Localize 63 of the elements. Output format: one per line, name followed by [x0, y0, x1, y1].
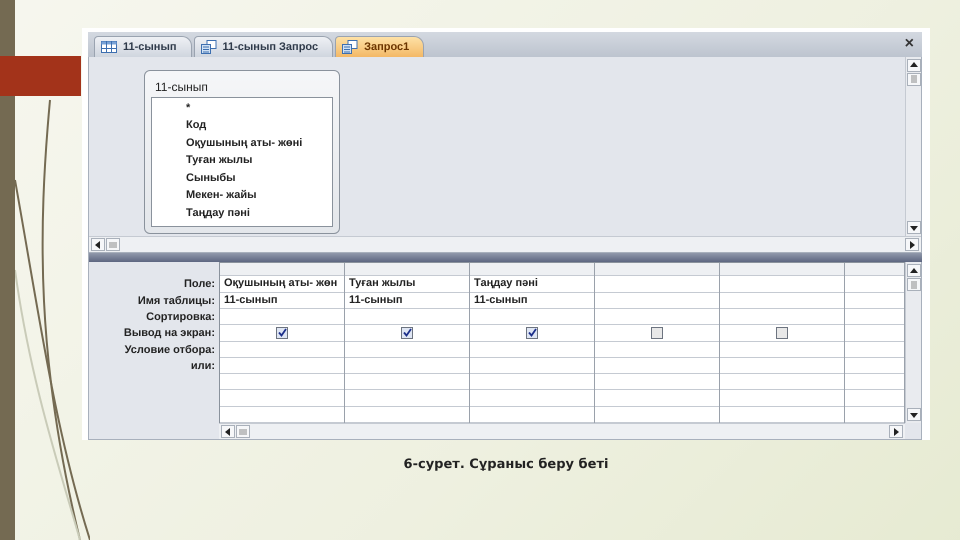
grid-cell[interactable]: 11-сынып	[470, 292, 594, 309]
grip-lines-icon	[910, 75, 918, 84]
triangle-arrow-icon	[224, 428, 232, 436]
grid-cell[interactable]: 11-сынып	[345, 292, 469, 309]
checkmark-icon	[402, 328, 412, 338]
field-item[interactable]: Таңдау пәні	[186, 204, 332, 222]
field-item[interactable]: Туған жылы	[186, 152, 332, 170]
field-item[interactable]: Оқушының аты- жөні	[186, 134, 332, 152]
show-checkbox[interactable]	[651, 326, 663, 339]
scroll-right-button[interactable]	[889, 425, 903, 438]
triangle-arrow-icon	[910, 266, 918, 275]
row-label: Имя таблицы:	[138, 294, 215, 309]
scroll-thumb[interactable]	[106, 238, 120, 252]
row-label: Условие отбора:	[124, 342, 215, 358]
checkmark-icon	[278, 328, 286, 338]
field-item[interactable]: Мекен- жайы	[186, 187, 332, 205]
grid-cell[interactable]: 11-сынып	[220, 292, 344, 309]
show-checkbox[interactable]	[776, 326, 788, 339]
row-label: Поле:	[184, 277, 215, 292]
scroll-up-button[interactable]	[906, 264, 920, 278]
column-selector[interactable]	[595, 263, 719, 276]
field-item[interactable]: Сыныбы	[186, 170, 332, 188]
grip-lines-icon	[109, 240, 117, 249]
checkmark-icon	[528, 328, 536, 338]
triangle-arrow-icon	[892, 428, 900, 436]
query-icon	[342, 40, 358, 54]
document-tab[interactable]: 11-сынып	[94, 36, 192, 57]
scroll-thumb[interactable]	[906, 72, 920, 86]
scroll-thumb[interactable]	[236, 425, 250, 438]
close-button[interactable]: ×	[904, 35, 914, 53]
document-tab[interactable]: Запрос1	[335, 36, 424, 57]
query-icon	[200, 40, 216, 54]
document-tab[interactable]: 11-сынып Запрос	[194, 36, 334, 57]
scroll-right-button[interactable]	[905, 238, 919, 252]
row-label: Сортировка:	[146, 310, 215, 325]
figure-caption: 6-сурет. Сұраныс беру беті	[402, 457, 610, 472]
column-selector[interactable]	[345, 263, 469, 276]
row-label: или:	[190, 358, 215, 374]
triangle-arrow-icon	[910, 410, 918, 418]
scroll-down-button[interactable]	[906, 408, 920, 421]
column-selector[interactable]	[220, 263, 344, 276]
field-item[interactable]: *	[186, 100, 332, 118]
show-checkbox[interactable]	[401, 326, 413, 339]
grid-cell[interactable]: Туған жылы	[345, 276, 469, 293]
grip-lines-icon	[910, 280, 918, 289]
field-list-title: 11-сынып	[154, 78, 209, 96]
column-selector[interactable]	[720, 263, 844, 276]
show-checkbox[interactable]	[526, 326, 538, 339]
scroll-left-button[interactable]	[221, 425, 235, 438]
grip-lines-icon	[239, 428, 247, 436]
scroll-down-button[interactable]	[906, 221, 920, 234]
triangle-arrow-icon	[94, 240, 102, 249]
column-selector[interactable]	[470, 263, 594, 276]
scroll-up-button[interactable]	[906, 58, 920, 72]
grid-cell[interactable]: Оқушының аты- жөн	[220, 276, 344, 293]
show-checkbox[interactable]	[276, 326, 288, 339]
grid-cell[interactable]: Таңдау пәні	[470, 276, 594, 293]
scroll-left-button[interactable]	[91, 238, 105, 252]
triangle-arrow-icon	[910, 61, 918, 70]
row-label: Вывод на экран:	[124, 326, 215, 342]
table-icon	[101, 40, 117, 53]
scroll-thumb[interactable]	[906, 278, 920, 292]
field-item[interactable]: Код	[186, 117, 332, 135]
